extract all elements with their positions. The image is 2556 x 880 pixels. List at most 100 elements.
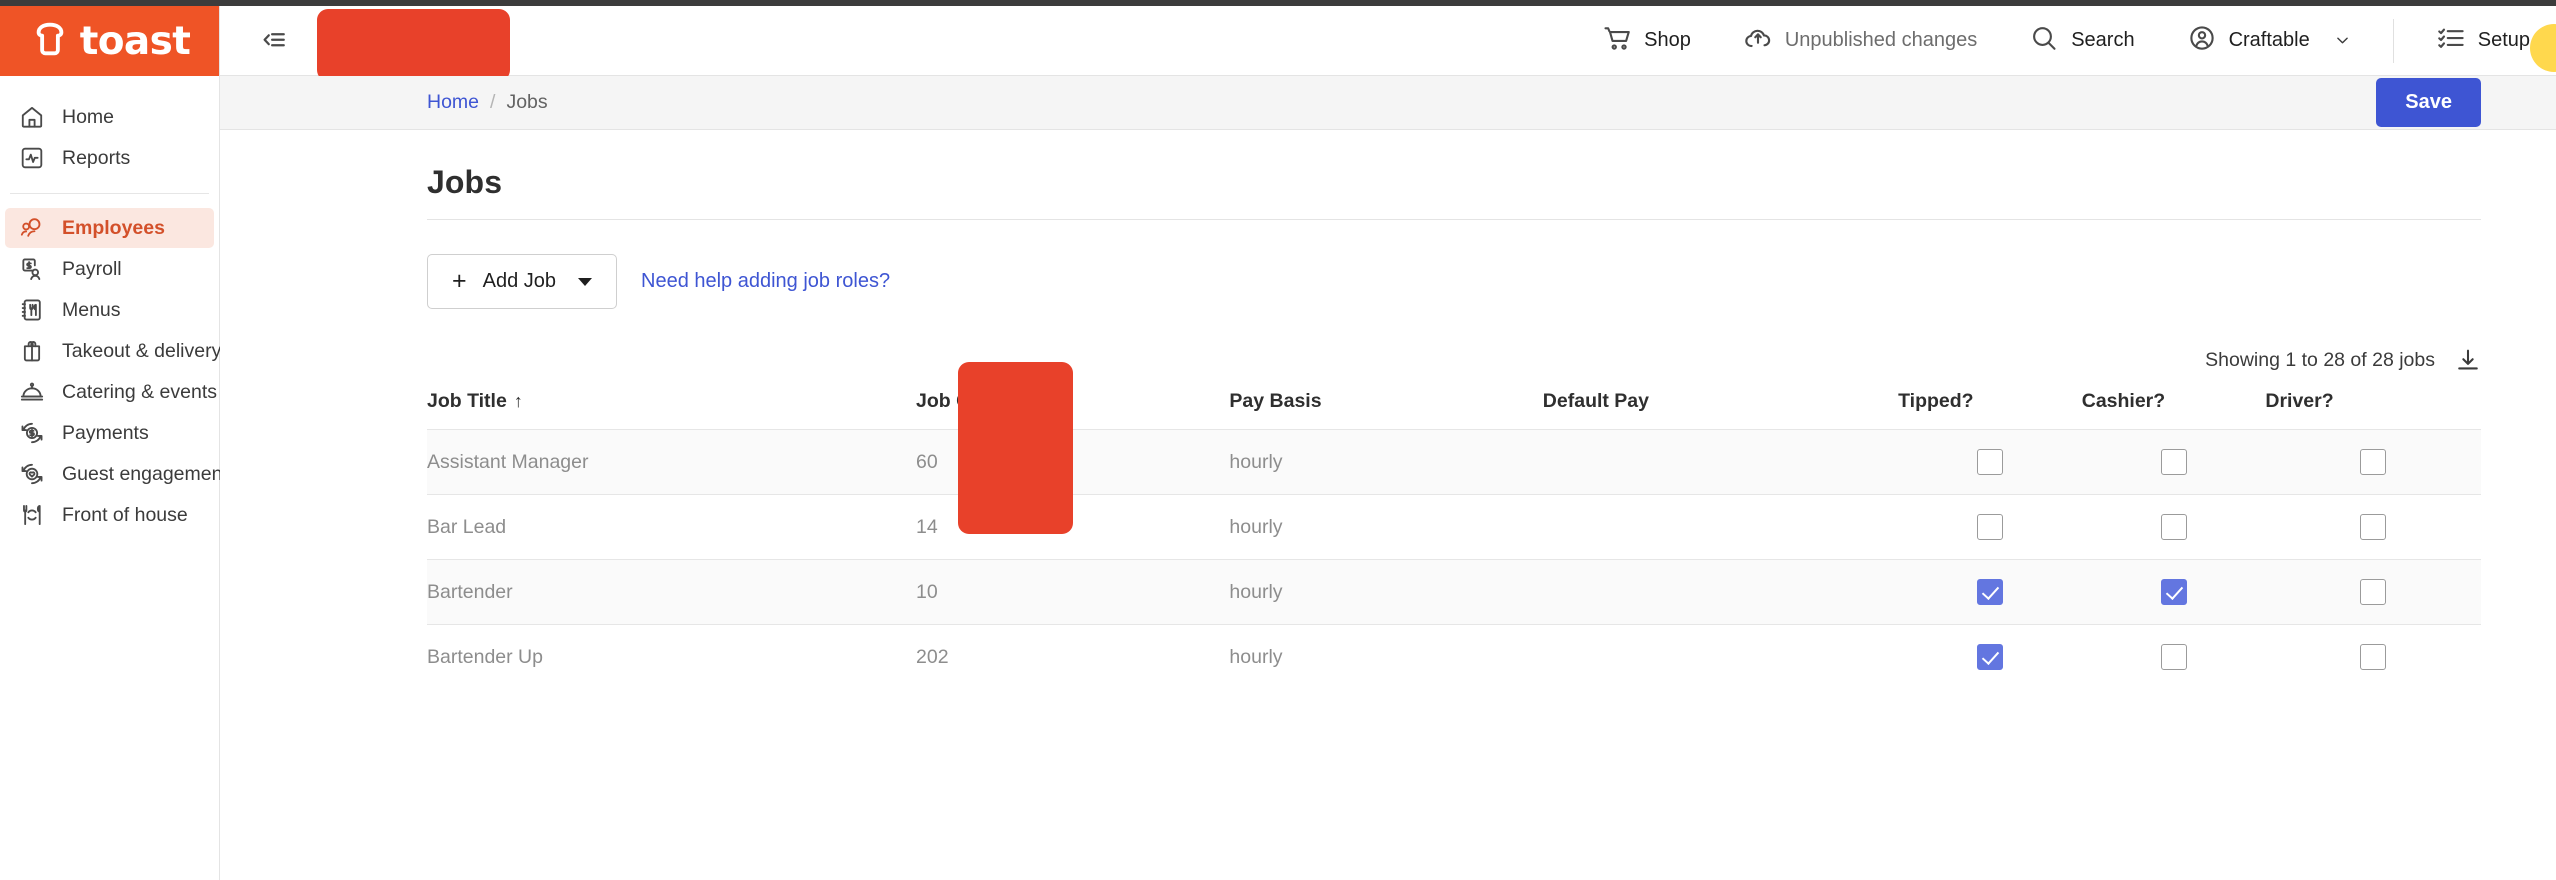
cell-job-title: Bar Lead (427, 494, 917, 560)
caret-down-icon (578, 277, 592, 286)
add-job-button[interactable]: + Add Job (427, 254, 617, 309)
checklist-icon (2436, 23, 2466, 59)
sidebar-item-catering-events[interactable]: Catering & events (5, 372, 218, 412)
tipped-checkbox[interactable] (1976, 579, 2003, 605)
sidebar-item-front-of-house[interactable]: Front of house (5, 495, 214, 535)
payments-dollar-refresh-icon (19, 420, 45, 446)
menus-book-utensils-icon (19, 297, 45, 323)
driver-checkbox[interactable] (2360, 579, 2387, 605)
sidebar-group-secondary: Employees Payroll Menus Takeout & delive… (0, 194, 228, 536)
employees-people-icon (19, 215, 45, 241)
cell-tipped (1898, 624, 2082, 689)
cloud-upload-icon (1743, 23, 1773, 59)
redaction-block-topbar (317, 9, 510, 81)
cell-cashier (2081, 559, 2266, 625)
tipped-checkbox[interactable] (1976, 644, 2003, 670)
column-header-default-pay[interactable]: Default Pay (1543, 390, 1898, 430)
page-title: Jobs (427, 164, 503, 200)
driver-checkbox[interactable] (2360, 449, 2387, 475)
brand-header[interactable]: toast (0, 6, 219, 76)
table-row[interactable]: Assistant Manager 60 hourly (427, 429, 2481, 495)
top-nav-label: Search (2071, 29, 2135, 51)
column-header-pay-basis[interactable]: Pay Basis (1229, 390, 1542, 430)
cashier-checkbox[interactable] (2160, 514, 2187, 540)
home-icon (19, 104, 45, 130)
need-help-link[interactable]: Need help adding job roles? (641, 270, 890, 293)
sidebar-item-label: Catering & events (62, 380, 218, 403)
sidebar-item-takeout-delivery[interactable]: Takeout & delivery (5, 331, 221, 371)
sidebar-item-menus[interactable]: Menus (5, 290, 214, 330)
table-row[interactable]: Bar Lead 14 hourly (427, 494, 2481, 560)
top-nav-label: Setup (2477, 29, 2530, 51)
sidebar-item-label: Payments (62, 421, 149, 444)
payroll-dollar-person-icon (19, 256, 45, 282)
top-nav-links: Shop Unpublished changes Search Craftabl… (1576, 6, 2556, 75)
cell-pay-basis: hourly (1229, 429, 1543, 495)
sidebar-item-payroll[interactable]: Payroll (5, 249, 214, 289)
top-nav-account-craftable[interactable]: Craftable (2161, 23, 2377, 59)
cashier-checkbox[interactable] (2160, 579, 2187, 605)
column-header-tipped[interactable]: Tipped? (1898, 390, 2082, 430)
cell-job-title: Assistant Manager (427, 429, 917, 495)
results-summary-row: Showing 1 to 28 of 28 jobs (427, 347, 2481, 373)
breadcrumb-current: Jobs (506, 91, 548, 113)
table-row[interactable]: Bartender 10 hourly (427, 559, 2481, 625)
cashier-checkbox[interactable] (2160, 644, 2187, 670)
driver-checkbox[interactable] (2360, 514, 2387, 540)
sidebar-item-reports[interactable]: Reports (5, 138, 214, 178)
top-nav-unpublished-changes[interactable]: Unpublished changes (1717, 23, 2003, 59)
jobs-table-body: Assistant Manager 60 hourly Bar Lead 14 … (427, 429, 2481, 689)
column-header-job-title[interactable]: Job Title ↑ (427, 390, 916, 430)
sidebar-item-employees[interactable]: Employees (5, 208, 214, 248)
cell-tipped (1898, 429, 2082, 495)
sidebar-item-label: Employees (62, 216, 165, 239)
search-icon (2029, 23, 2059, 59)
sidebar-item-label: Front of house (62, 503, 188, 526)
driver-checkbox[interactable] (2360, 644, 2387, 670)
sidebar-item-label: Guest engagement (62, 462, 228, 485)
sidebar-item-payments[interactable]: Payments (5, 413, 214, 453)
collapse-sidebar-icon[interactable] (250, 19, 294, 63)
user-circle-icon (2187, 23, 2217, 59)
column-header-cashier[interactable]: Cashier? (2082, 390, 2266, 430)
cell-job-code: 202 (916, 624, 1230, 689)
tipped-checkbox[interactable] (1976, 514, 2003, 540)
toast-bread-icon (29, 18, 71, 65)
cell-cashier (2081, 494, 2266, 560)
breadcrumb-bar: Home / Jobs Save (220, 76, 2556, 130)
main-content: Jobs + Add Job Need help adding job role… (220, 130, 2556, 880)
cell-cashier (2081, 429, 2266, 495)
shopping-cart-icon (1602, 23, 1632, 59)
sidebar-item-label: Reports (62, 146, 131, 169)
cell-tipped (1898, 559, 2082, 625)
actions-row: + Add Job Need help adding job roles? (427, 254, 2481, 309)
redaction-block-default-pay (958, 362, 1073, 534)
top-nav-label: Craftable (2228, 29, 2310, 51)
sidebar-item-guest-engagement[interactable]: Guest engagement (5, 454, 228, 494)
sidebar-item-label: Takeout & delivery (62, 339, 222, 362)
cell-default-pay (1542, 624, 1899, 689)
breadcrumb-home-link[interactable]: Home (427, 91, 479, 114)
save-button[interactable]: Save (2376, 78, 2481, 127)
top-nav-search[interactable]: Search (2003, 23, 2160, 59)
top-nav-shop[interactable]: Shop (1576, 23, 1717, 59)
title-divider (427, 219, 2481, 220)
cashier-checkbox[interactable] (2160, 449, 2187, 475)
jobs-table: Job Title↑ Job Code Pay Basis Default Pa… (427, 390, 2481, 689)
sidebar-item-home[interactable]: Home (5, 97, 214, 137)
chevron-down-icon (2334, 32, 2351, 49)
table-row[interactable]: Bartender Up 202 hourly (427, 624, 2481, 689)
cell-driver (2265, 624, 2481, 689)
breadcrumb: Home / Jobs (427, 91, 548, 114)
cell-driver (2265, 429, 2481, 495)
takeout-bag-icon (19, 338, 45, 364)
column-header-driver[interactable]: Driver? (2265, 390, 2481, 430)
tipped-checkbox[interactable] (1976, 449, 2003, 475)
reports-chart-icon (19, 145, 45, 171)
app-screen: toast Home Reports Employees Payroll Men… (0, 0, 2556, 880)
download-icon[interactable] (2455, 347, 2481, 373)
sidebar-item-label: Menus (62, 298, 121, 321)
breadcrumb-separator: / (490, 91, 496, 113)
top-nav-divider (2392, 18, 2394, 63)
front-of-house-plate-utensils-icon (19, 502, 45, 528)
